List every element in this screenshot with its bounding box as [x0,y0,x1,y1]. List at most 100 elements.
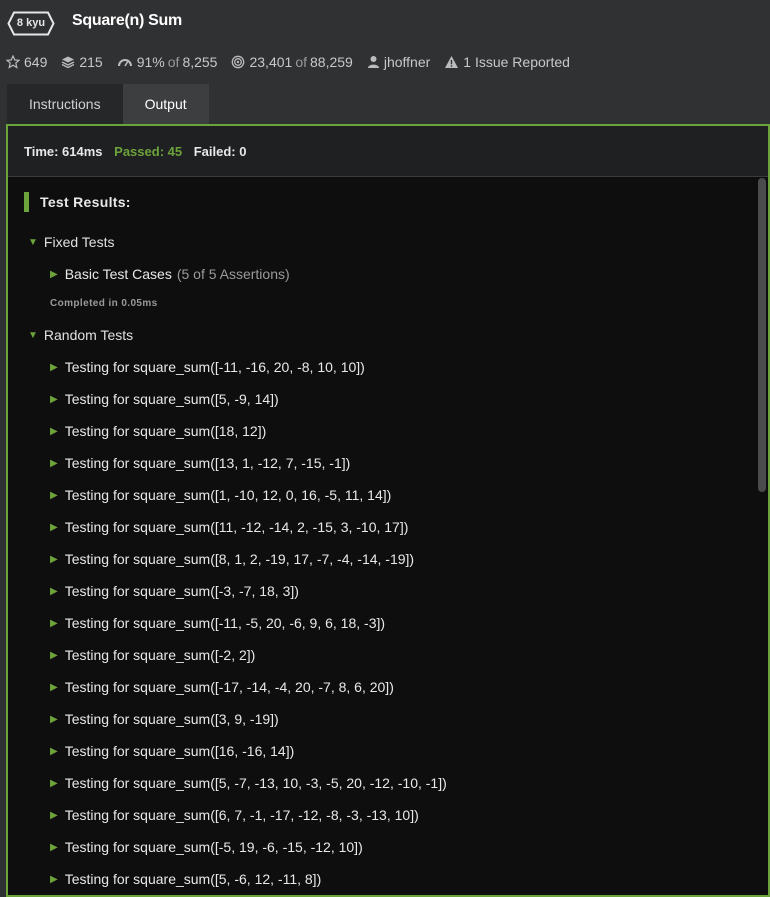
user-icon [367,56,379,68]
test-case-label: Testing for square_sum([5, -9, 14]) [64,391,279,407]
fixed-tests-toggle[interactable]: ▼ Fixed Tests [28,234,114,250]
assertion-count: (5 of 5 Assertions) [176,266,290,282]
test-case-row[interactable]: ▶ Testing for square_sum([11, -12, -14, … [50,519,408,535]
stars-stat[interactable]: 649 [6,54,47,70]
test-case-label: Testing for square_sum([16, -16, 14]) [64,743,295,759]
test-case-row[interactable]: ▶ Testing for square_sum([5, -9, 14]) [50,391,279,407]
passed-label: Passed: 45 [114,144,183,159]
caret-right-icon: ▶ [50,585,58,597]
scrollbar-thumb[interactable] [758,178,766,492]
test-summary: Time: 614ms Passed: 45 Failed: 0 [8,126,768,177]
test-case-label: Testing for square_sum([-5, 19, -6, -15,… [64,839,363,855]
satisfaction-votes: 8,255 [182,54,218,70]
test-case-row[interactable]: ▶ Testing for square_sum([5, -6, 12, -11… [50,871,321,887]
test-case-row[interactable]: ▶ Testing for square_sum([1, -10, 12, 0,… [50,487,391,503]
caret-right-icon: ▶ [50,841,58,853]
caret-right-icon: ▶ [50,681,58,693]
stars-count: 649 [24,54,48,70]
author-name: jhoffner [383,54,431,70]
test-case-row[interactable]: ▶ Testing for square_sum([5, -7, -13, 10… [50,775,447,791]
kata-header: 8 kyu Square(n) Sum 649 215 91% of 8,255 [0,0,770,84]
issues-label: 1 Issue Reported [463,54,570,70]
test-case-label: Testing for square_sum([3, 9, -19]) [64,711,279,727]
test-case-row[interactable]: ▶ Testing for square_sum([16, -16, 14]) [50,743,294,759]
test-case-label: Testing for square_sum([13, 1, -12, 7, -… [64,455,351,471]
caret-right-icon: ▶ [50,745,58,757]
test-case-row[interactable]: ▶ Testing for square_sum([13, 1, -12, 7,… [50,455,350,471]
test-case-row[interactable]: ▶ Testing for square_sum([-2, 2]) [50,647,255,663]
test-case-label: Testing for square_sum([-3, -7, 18, 3]) [64,583,299,599]
caret-right-icon: ▶ [50,425,58,437]
test-case-label: Testing for square_sum([1, -10, 12, 0, 1… [64,487,392,503]
caret-right-icon: ▶ [50,649,58,661]
collection-icon [62,56,75,69]
basic-test-cases-row[interactable]: ▶ Basic Test Cases (5 of 5 Assertions) [50,266,290,282]
test-case-row[interactable]: ▶ Testing for square_sum([18, 12]) [50,423,266,439]
rank-label: 8 kyu [16,17,46,29]
tab-bar: Instructions Output [7,84,209,124]
test-results: Test Results: ▼ Fixed Tests ▶ Basic Test… [8,178,758,895]
issues-stat[interactable]: 1 Issue Reported [444,54,570,70]
satisfaction-of: of [167,54,180,70]
caret-down-icon: ▼ [28,329,38,341]
test-case-row[interactable]: ▶ Testing for square_sum([-11, -16, 20, … [50,359,365,375]
test-case-row[interactable]: ▶ Testing for square_sum([-5, 19, -6, -1… [50,839,363,855]
caret-right-icon: ▶ [50,393,58,405]
test-case-label: Testing for square_sum([5, -7, -13, 10, … [64,775,447,791]
caret-right-icon: ▶ [50,777,58,789]
failed-label: Failed: 0 [193,144,247,159]
completed-count: 23,401 [249,54,293,70]
test-case-label: Testing for square_sum([-2, 2]) [64,647,256,663]
results-heading: Test Results: [24,192,131,212]
warning-icon [445,56,459,68]
satisfaction-percent: 91% [136,54,165,70]
tab-output[interactable]: Output [122,84,209,124]
test-case-label: Testing for square_sum([6, 7, -1, -17, -… [64,807,419,823]
basic-test-cases-label: Basic Test Cases [64,266,172,282]
test-case-label: Testing for square_sum([18, 12]) [64,423,267,439]
rank-badge: 8 kyu [7,11,55,36]
time-label: Time: 614ms [24,144,103,159]
kata-title: Square(n) Sum [72,12,182,29]
author-stat[interactable]: jhoffner [367,54,430,70]
output-panel: Time: 614ms Passed: 45 Failed: 0 Test Re… [6,124,770,897]
caret-right-icon: ▶ [50,361,58,373]
completed-of: of [295,54,307,70]
caret-right-icon: ▶ [50,873,58,885]
caret-down-icon: ▼ [28,236,38,248]
random-tests-toggle[interactable]: ▼ Random Tests [28,327,133,343]
caret-right-icon: ▶ [50,553,58,565]
caret-right-icon: ▶ [50,457,58,469]
completion-icon [232,55,245,69]
satisfaction-stat: 91% of 8,255 [117,54,218,70]
test-case-row[interactable]: ▶ Testing for square_sum([6, 7, -1, -17,… [50,807,419,823]
fixed-tests-label: Fixed Tests [43,234,115,250]
test-case-row[interactable]: ▶ Testing for square_sum([-11, -5, 20, -… [50,615,385,631]
random-tests-label: Random Tests [43,327,134,343]
test-case-row[interactable]: ▶ Testing for square_sum([-3, -7, 18, 3]… [50,583,299,599]
attempted-count: 88,259 [310,54,353,70]
test-case-label: Testing for square_sum([11, -12, -14, 2,… [64,519,409,535]
caret-right-icon: ▶ [50,521,58,533]
test-case-label: Testing for square_sum([-17, -14, -4, 20… [64,679,394,695]
caret-right-icon: ▶ [50,268,58,280]
caret-right-icon: ▶ [50,489,58,501]
completion-stat: 23,401 of 88,259 [231,54,353,70]
caret-right-icon: ▶ [50,809,58,821]
test-case-row[interactable]: ▶ Testing for square_sum([3, 9, -19]) [50,711,279,727]
results-scrollbar[interactable] [758,178,766,895]
test-case-label: Testing for square_sum([5, -6, 12, -11, … [64,871,322,887]
satisfaction-icon [117,59,132,67]
test-case-label: Testing for square_sum([-11, -16, 20, -8… [64,359,365,375]
test-case-label: Testing for square_sum([8, 1, 2, -19, 17… [64,551,415,567]
completed-time: Completed in 0.05ms [50,298,158,309]
tab-instructions[interactable]: Instructions [7,84,123,124]
caret-right-icon: ▶ [50,617,58,629]
test-case-row[interactable]: ▶ Testing for square_sum([-17, -14, -4, … [50,679,394,695]
test-case-label: Testing for square_sum([-11, -5, 20, -6,… [64,615,386,631]
collections-stat[interactable]: 215 [61,54,103,70]
star-icon [6,55,20,69]
collections-count: 215 [79,54,103,70]
test-case-row[interactable]: ▶ Testing for square_sum([8, 1, 2, -19, … [50,551,414,567]
caret-right-icon: ▶ [50,713,58,725]
